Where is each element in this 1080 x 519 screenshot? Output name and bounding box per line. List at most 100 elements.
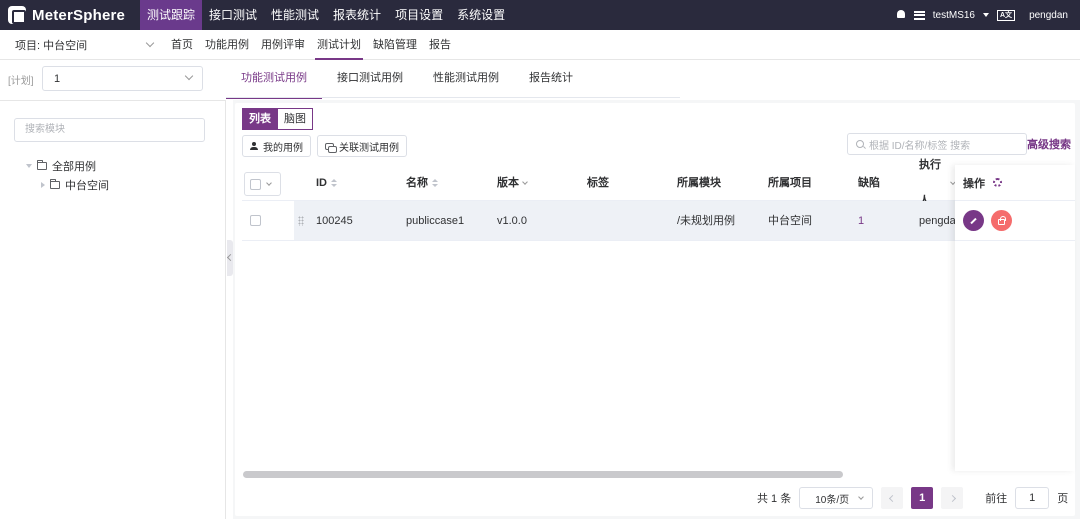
my-cases-button[interactable]: 我的用例 bbox=[242, 135, 311, 157]
module-search-input[interactable]: 搜索模块 bbox=[14, 118, 205, 142]
language-icon[interactable]: A文 bbox=[997, 9, 1016, 21]
caret-down-icon[interactable] bbox=[26, 164, 32, 168]
bell-icon[interactable] bbox=[896, 10, 906, 20]
column-actions: 操作 bbox=[963, 177, 985, 190]
prev-page-button[interactable] bbox=[881, 487, 904, 509]
sort-icon[interactable] bbox=[331, 179, 337, 187]
list-view-button[interactable]: 列表 bbox=[242, 108, 278, 130]
select-all-dropdown[interactable] bbox=[244, 172, 281, 196]
case-type-tabs: 功能测试用例 接口测试用例 性能测试用例 报告统计 bbox=[226, 61, 588, 99]
sort-icon[interactable] bbox=[432, 179, 438, 187]
cell-bugs[interactable]: 1 bbox=[858, 201, 864, 241]
tab-performance-cases[interactable]: 性能测试用例 bbox=[418, 61, 514, 97]
plan-label: [计划] bbox=[8, 76, 34, 87]
sub-nav: 首页 功能用例 用例评审 测试计划 缺陷管理 报告 bbox=[165, 30, 457, 60]
topbar-right: testMS16 A文 pengdan bbox=[896, 9, 1080, 21]
tab-report-stats[interactable]: 报告统计 bbox=[514, 61, 588, 97]
topnav-project-settings[interactable]: 项目设置 bbox=[388, 0, 450, 30]
cell-module: /未规划用例 bbox=[677, 215, 736, 227]
tabs-divider bbox=[226, 97, 680, 98]
top-nav: 测试跟踪 接口测试 性能测试 报表统计 项目设置 系统设置 bbox=[140, 0, 512, 30]
plan-select-value: 1 bbox=[54, 72, 61, 85]
my-cases-label: 我的用例 bbox=[263, 142, 303, 154]
goto-page-input[interactable]: 1 bbox=[1015, 487, 1050, 509]
topnav-test-track[interactable]: 测试跟踪 bbox=[140, 0, 203, 30]
chevron-right-icon bbox=[948, 494, 956, 502]
chevron-left-icon bbox=[888, 494, 896, 502]
page-size-select[interactable]: 10条/页 bbox=[799, 487, 874, 509]
caret-down-icon[interactable] bbox=[983, 13, 989, 17]
gear-icon[interactable] bbox=[993, 178, 1002, 187]
topnav-report-stats[interactable]: 报表统计 bbox=[326, 0, 388, 30]
unlink-button[interactable] bbox=[991, 210, 1012, 231]
pencil-icon bbox=[970, 217, 977, 224]
folder-icon bbox=[50, 179, 60, 189]
column-name[interactable]: 名称 bbox=[406, 165, 438, 201]
app-logo[interactable]: MeterSphere bbox=[0, 0, 140, 30]
edit-button[interactable] bbox=[963, 210, 984, 231]
metersphere-logo-icon bbox=[8, 6, 26, 24]
tab-api-cases[interactable]: 接口测试用例 bbox=[322, 61, 418, 97]
next-page-button[interactable] bbox=[941, 487, 964, 509]
column-module: 所属模块 bbox=[677, 177, 721, 189]
select-all-checkbox[interactable] bbox=[250, 178, 261, 190]
topnav-performance-test[interactable]: 性能测试 bbox=[264, 0, 326, 30]
search-icon bbox=[856, 140, 864, 148]
top-navbar: MeterSphere 测试跟踪 接口测试 性能测试 报表统计 项目设置 系统设… bbox=[0, 0, 1080, 30]
cell-version: v1.0.0 bbox=[497, 215, 527, 227]
subnav-test-cases[interactable]: 功能用例 bbox=[199, 30, 255, 60]
secondary-nav-bar: 项目: 中台空间 首页 功能用例 用例评审 测试计划 缺陷管理 报告 bbox=[0, 30, 1080, 60]
folder-icon bbox=[37, 160, 47, 170]
column-id[interactable]: ID bbox=[316, 165, 337, 201]
unlock-icon bbox=[998, 215, 1006, 225]
column-version[interactable]: 版本 bbox=[497, 165, 528, 201]
plan-select[interactable]: 1 bbox=[42, 66, 203, 91]
tree-node-label: 中台空间 bbox=[65, 180, 109, 192]
horizontal-scrollbar[interactable] bbox=[243, 471, 843, 478]
topnav-system-settings[interactable]: 系统设置 bbox=[450, 0, 512, 30]
project-switcher[interactable]: 项目: 中台空间 bbox=[0, 37, 165, 53]
caret-right-icon[interactable] bbox=[41, 182, 45, 188]
column-executor[interactable]: 执行人 bbox=[919, 159, 956, 207]
view-toggle: 列表 脑图 bbox=[242, 108, 313, 130]
tree-node-all-cases[interactable]: 全部用例 bbox=[26, 158, 96, 174]
advanced-search-link[interactable]: 高级搜索 bbox=[1027, 136, 1071, 152]
tab-functional-cases[interactable]: 功能测试用例 bbox=[226, 61, 322, 99]
cell-project: 中台空间 bbox=[768, 215, 812, 227]
column-label: 版本 bbox=[497, 177, 519, 189]
subnav-test-plan[interactable]: 测试计划 bbox=[311, 30, 367, 60]
topnav-api-test[interactable]: 接口测试 bbox=[202, 0, 264, 30]
subnav-home[interactable]: 首页 bbox=[165, 30, 199, 60]
link-test-cases-button[interactable]: 关联测试用例 bbox=[317, 135, 407, 157]
chevron-down-icon bbox=[184, 71, 194, 81]
pagination: 共 1 条 10条/页 1 前往 1 页 bbox=[757, 487, 1068, 509]
subnav-defect-management[interactable]: 缺陷管理 bbox=[367, 30, 423, 60]
tree-node-middle-space[interactable]: 中台空间 bbox=[41, 177, 109, 193]
plan-tabs-row: [计划] 1 功能测试用例 接口测试用例 性能测试用例 报告统计 bbox=[0, 61, 1080, 99]
row-checkbox[interactable] bbox=[250, 215, 261, 226]
filter-icon[interactable] bbox=[522, 179, 528, 185]
total-count: 共 1 条 bbox=[757, 493, 792, 505]
workspace-switcher[interactable]: testMS16 bbox=[933, 10, 975, 21]
subnav-case-review[interactable]: 用例评审 bbox=[255, 30, 311, 60]
main-area: 列表 脑图 我的用例 关联测试用例 根据 ID/名称/标签 搜索 高级搜索 ID bbox=[233, 100, 1080, 519]
subnav-report[interactable]: 报告 bbox=[423, 30, 457, 60]
cell-name[interactable]: publiccase1 bbox=[406, 201, 464, 241]
module-tree-panel: 搜索模块 全部用例 中台空间 bbox=[0, 100, 226, 519]
chevron-down-icon bbox=[858, 494, 864, 500]
table-header: ID 名称 版本 标签 所属模块 所属项目 缺陷 执行人 bbox=[242, 159, 956, 207]
mindmap-view-button[interactable]: 脑图 bbox=[278, 108, 313, 130]
drag-handle-icon[interactable] bbox=[298, 216, 304, 226]
page-number-current[interactable]: 1 bbox=[911, 487, 934, 509]
column-project: 所属项目 bbox=[768, 177, 812, 189]
page-unit-label: 页 bbox=[1057, 493, 1069, 505]
app-name: MeterSphere bbox=[32, 6, 126, 24]
actions-header: 操作 bbox=[955, 165, 1075, 201]
column-bugs: 缺陷 bbox=[858, 177, 880, 189]
task-list-icon[interactable] bbox=[913, 10, 925, 20]
page-size-value: 10条/页 bbox=[815, 494, 850, 506]
user-menu[interactable]: pengdan bbox=[1029, 10, 1068, 21]
row-highlight bbox=[294, 201, 955, 240]
link-icon bbox=[325, 142, 337, 153]
table-row[interactable]: 100245 publiccase1 v1.0.0 /未规划用例 中台空间 1 … bbox=[242, 201, 955, 241]
